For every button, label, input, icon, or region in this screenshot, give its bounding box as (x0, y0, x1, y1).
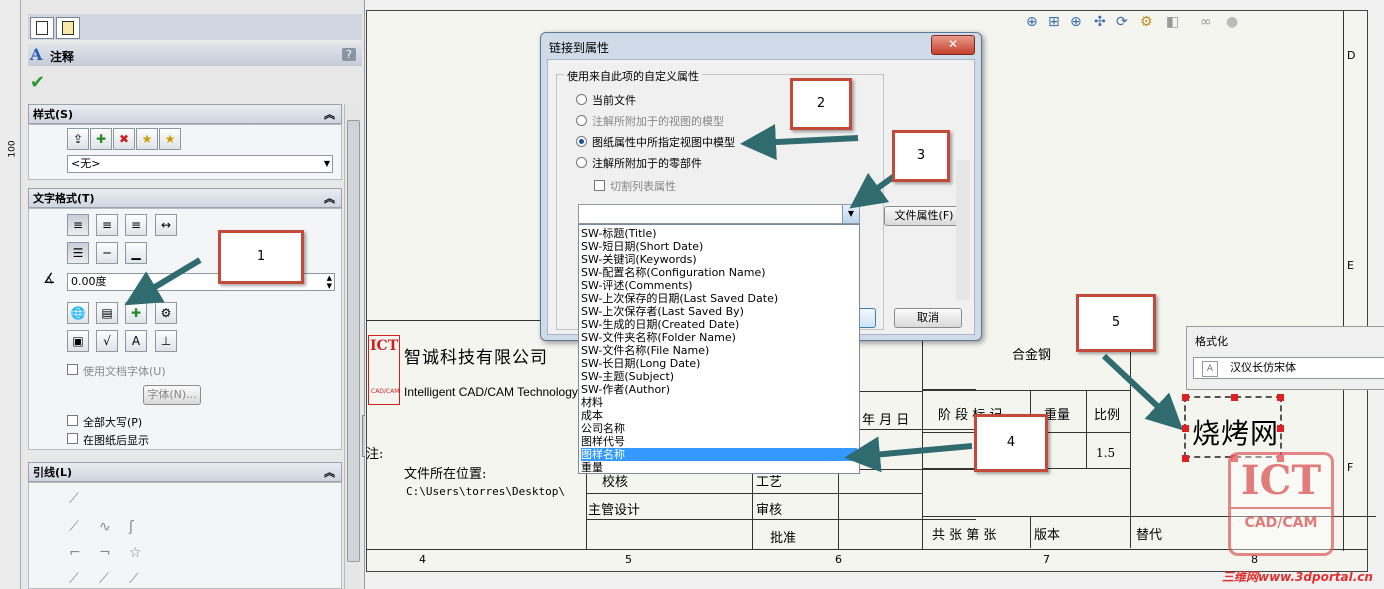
callout-arrows (124, 124, 1184, 473)
callout-3: 3 (892, 130, 950, 182)
callout-2: 2 (790, 78, 852, 130)
callout-1: 1 (218, 230, 304, 284)
arrow-2 (740, 124, 859, 161)
callout-4: 4 (974, 414, 1048, 472)
callout-5: 5 (1076, 294, 1156, 352)
arrow-1 (124, 257, 202, 306)
arrow-5 (1101, 353, 1184, 431)
arrow-4 (844, 436, 973, 473)
